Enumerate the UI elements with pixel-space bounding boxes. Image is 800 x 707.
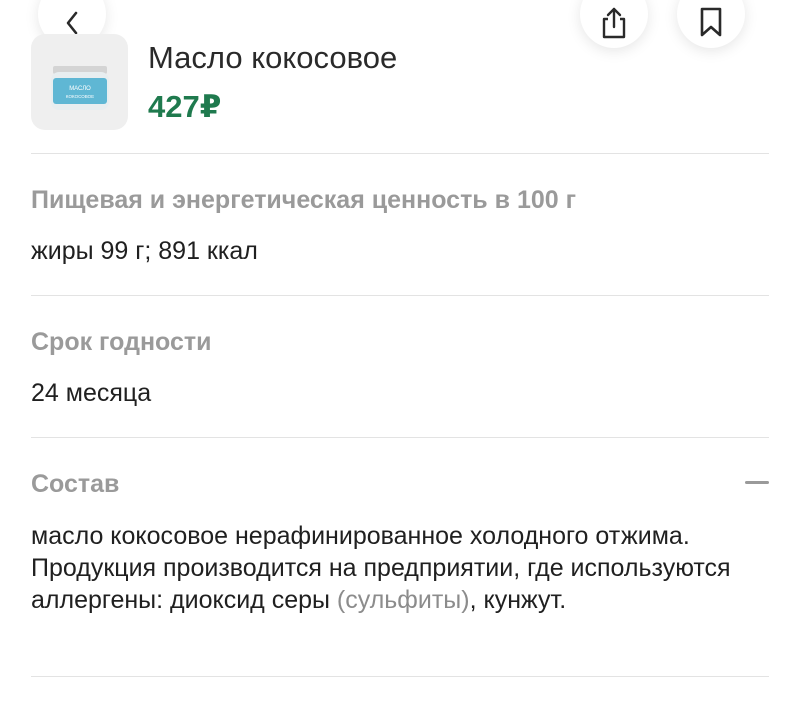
- shelf-life-value: 24 месяца: [31, 379, 152, 407]
- product-title: Масло кокосовое: [148, 40, 398, 75]
- product-image[interactable]: МАСЛО КОКОСОВОЕ: [31, 34, 128, 130]
- coconut-oil-jar-image: МАСЛО КОКОСОВОЕ: [51, 66, 109, 110]
- nutrition-title: Пищевая и энергетическая ценность в 100 …: [31, 186, 577, 214]
- allergen-note: (сульфиты): [336, 586, 470, 614]
- nutrition-value: жиры 99 г; 891 ккал: [31, 237, 258, 265]
- divider: [31, 676, 769, 677]
- divider: [31, 153, 769, 154]
- product-header: МАСЛО КОКОСОВОЕ Масло кокосовое 427₽: [31, 34, 769, 130]
- composition-text-end: , кунжут.: [469, 586, 567, 614]
- chevron-left-icon: [65, 11, 79, 35]
- composition-title[interactable]: Состав: [31, 470, 119, 499]
- product-details-page: МАСЛО КОКОСОВОЕ Масло кокосовое 427₽ Пищ…: [0, 0, 800, 707]
- svg-text:КОКОСОВОЕ: КОКОСОВОЕ: [66, 94, 94, 99]
- svg-text:МАСЛО: МАСЛО: [69, 86, 91, 92]
- divider: [31, 437, 769, 438]
- product-price: 427₽: [148, 89, 222, 124]
- minus-icon[interactable]: [745, 481, 769, 484]
- bookmark-icon: [699, 7, 723, 37]
- shelf-life-title: Срок годности: [31, 328, 212, 356]
- composition-text: масло кокосовое нерафинированное холодно…: [31, 520, 761, 616]
- divider: [31, 295, 769, 296]
